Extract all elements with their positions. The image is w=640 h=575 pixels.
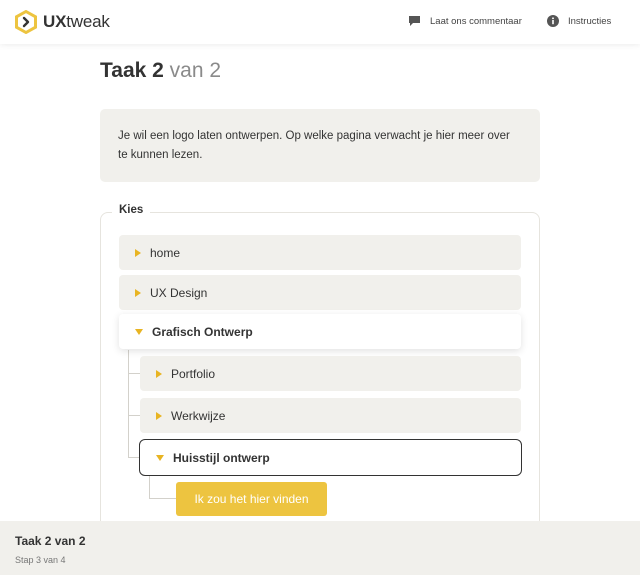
instructions-label: Instructies bbox=[568, 15, 612, 27]
tree-connector bbox=[149, 498, 176, 499]
tree-connector bbox=[128, 415, 140, 416]
tree-connector bbox=[128, 373, 140, 374]
confirm-answer-button[interactable]: Ik zou het hier vinden bbox=[176, 482, 327, 516]
caret-right-icon bbox=[156, 411, 162, 420]
tree-item-label: Portfolio bbox=[171, 366, 216, 381]
caret-right-icon bbox=[156, 369, 162, 378]
tree-item-home[interactable]: home bbox=[119, 235, 521, 270]
logo-hexagon-icon bbox=[14, 9, 38, 35]
comment-icon bbox=[408, 15, 421, 27]
caret-down-icon bbox=[156, 455, 164, 461]
tree-item-ux-design[interactable]: UX Design bbox=[119, 275, 521, 310]
info-icon bbox=[547, 15, 559, 27]
tree-item-label: Werkwijze bbox=[171, 408, 226, 423]
feedback-link[interactable]: Laat ons commentaar bbox=[408, 15, 522, 27]
tree-item-huisstijl-ontwerp[interactable]: Huisstijl ontwerp bbox=[139, 439, 522, 476]
footer-step-progress: Stap 3 van 4 bbox=[15, 555, 66, 565]
tree-item-label: Huisstijl ontwerp bbox=[173, 450, 270, 465]
tree-connector bbox=[149, 476, 150, 498]
uxtweak-logo[interactable]: UXtweak bbox=[14, 9, 110, 35]
task-title: Taak 2 van 2 bbox=[100, 59, 222, 82]
tree-item-grafisch-ontwerp[interactable]: Grafisch Ontwerp bbox=[119, 314, 521, 349]
tree-item-label: Grafisch Ontwerp bbox=[152, 324, 253, 339]
caret-down-icon bbox=[135, 329, 143, 335]
progress-footer: Taak 2 van 2 Stap 3 van 4 bbox=[0, 521, 640, 575]
tree-legend: Kies bbox=[112, 204, 151, 216]
feedback-label: Laat ons commentaar bbox=[430, 15, 522, 27]
tree-item-werkwijze[interactable]: Werkwijze bbox=[140, 398, 521, 433]
logo-text: UXtweak bbox=[43, 12, 110, 31]
tree-item-label: UX Design bbox=[150, 285, 208, 300]
footer-task-progress: Taak 2 van 2 bbox=[15, 534, 86, 548]
tree-item-label: home bbox=[150, 245, 181, 260]
caret-right-icon bbox=[135, 288, 141, 297]
instructions-link[interactable]: Instructies bbox=[547, 15, 611, 27]
task-question: Je wil een logo laten ontwerpen. Op welk… bbox=[100, 109, 540, 182]
tree-connector bbox=[128, 350, 129, 457]
tree-item-portfolio[interactable]: Portfolio bbox=[140, 356, 521, 391]
tree-connector bbox=[128, 457, 139, 458]
caret-right-icon bbox=[135, 248, 141, 257]
top-header: UXtweak Laat ons commentaar Instructies bbox=[0, 0, 640, 44]
